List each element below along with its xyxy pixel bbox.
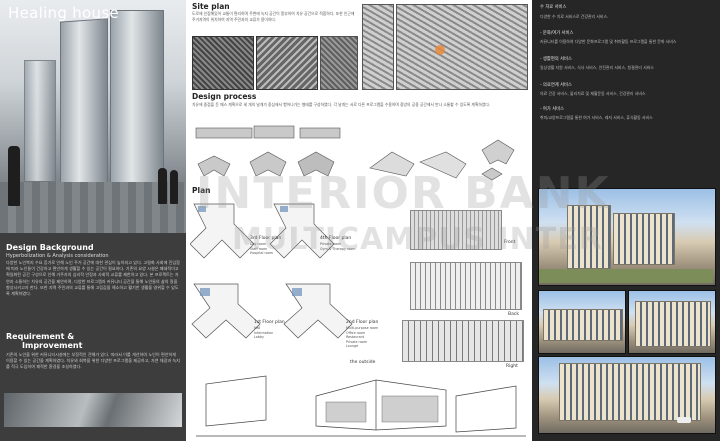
site-map-small — [362, 4, 394, 90]
services-heading: 수 치료 서비스 — [540, 5, 567, 10]
watermark-line-2: MULTICAMPUS INTER — [232, 222, 603, 257]
requirement-text: 기존의 노인을 위한 커뮤니티시설에는 부정적인 견해가 있다. 따라서 이를 … — [6, 352, 180, 370]
mass-study-2 — [253, 125, 295, 139]
plan-2nd-rooms: Multi-purpose room Office room Restaurant P… — [346, 326, 379, 348]
service-3-title: - 의료연계 서비스 — [540, 83, 572, 88]
design-background-text: 다양한 노인복지 수요 증가로 인해 노인 주거 공간에 대한 관심이 높아지고… — [6, 260, 180, 297]
bottom-thumbnail — [4, 393, 182, 427]
site-photo-2 — [256, 36, 318, 90]
service-3-desc: 의료 건강 서비스, 물리치료 및 재활운동 서비스, 건강관리 서비스 — [540, 91, 646, 96]
design-process-heading: Design process — [192, 92, 257, 101]
plan-1st-label: 1st Floor plan — [254, 320, 285, 325]
site-photo-3 — [320, 36, 358, 90]
site-map — [396, 4, 528, 90]
mass-study-1 — [195, 127, 253, 139]
service-1-desc: 커뮤니티를 이용하여 다양한 문화프로그램 및 취미활동 프로그램을 통한 문화… — [540, 39, 677, 44]
plan-1st-rooms: Hall Information Lobby — [254, 326, 274, 339]
service-4-title: - 여가 서비스 — [540, 107, 565, 112]
service-2-desc: 일상생활 지원 서비스, 식사 서비스, 안전관리 서비스, 청결관리 서비스 — [540, 65, 654, 70]
elevation-back-label: Back — [508, 312, 519, 317]
requirement-heading: Requirement & — [6, 332, 75, 341]
site-location-marker — [435, 45, 445, 55]
site-plan-text: 도로에 인접해있어 교통이 편리하며 주변에 녹지 공간이 풍부하여 치유 공간… — [192, 11, 355, 22]
page-title: Healing house — [8, 4, 119, 22]
render-photo-3 — [628, 290, 716, 354]
mass-study-3 — [299, 127, 341, 139]
design-background-subheading: Hyperbolization & Analysis consideration — [6, 253, 109, 259]
render-photo-2 — [538, 290, 626, 354]
site-photo-1 — [192, 36, 254, 90]
design-process-text: 치유에 중점을 둔 매스 계획으로 세 개의 날개가 중심에서 뻗어나가는 형태… — [192, 102, 491, 107]
design-background-heading: Design Background — [6, 243, 94, 252]
services-intro: 다양한 수 치료 서비스로 건강관리 서비스. — [540, 14, 609, 19]
render-photo-4 — [538, 356, 716, 434]
improvement-heading: Improvement — [22, 341, 83, 350]
elevation-back — [410, 262, 522, 310]
service-1-title: - 문화/여가 서비스 — [540, 31, 574, 36]
plan-2nd-label: 2nd Floor plan — [346, 320, 379, 325]
mass-study-9 — [481, 139, 515, 165]
outside-label: the outside — [350, 360, 376, 365]
site-plan-heading: Site plan — [192, 2, 230, 11]
left-panel: Healing house Design Background Hyperbol… — [0, 0, 186, 441]
perspective-sketch — [196, 375, 526, 437]
services-panel: 수 치료 서비스 다양한 수 치료 서비스로 건강관리 서비스. - 문화/여가… — [532, 0, 720, 188]
watermark-line-1: INTERIOR BANK — [196, 168, 611, 219]
service-4-desc: 취미/교양프로그램을 통한 여가 서비스, 레저 서비스, 휴식활동 서비스 — [540, 115, 653, 120]
hero-image — [0, 0, 186, 233]
service-2-title: - 생활편의 서비스 — [540, 57, 572, 62]
